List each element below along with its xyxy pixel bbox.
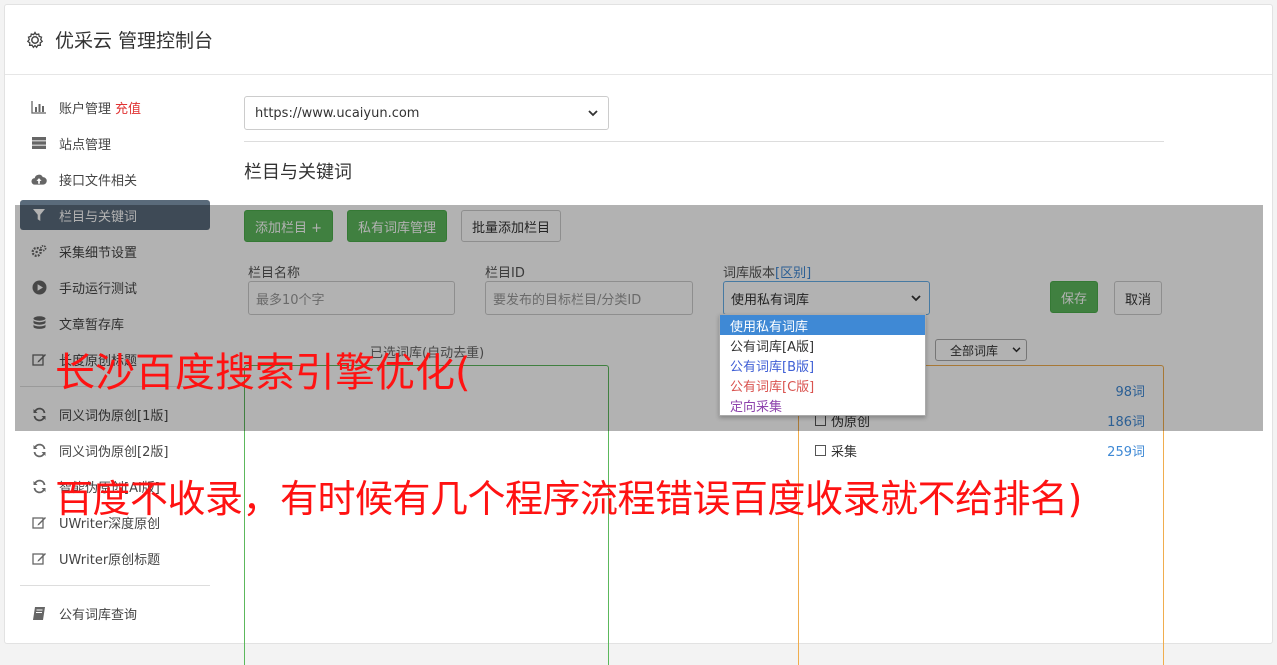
cloud-upload-icon [31,171,47,187]
sidebar-item-label: 同义词伪原创[2版] [59,444,169,460]
sidebar-item-article-store[interactable]: 文章暂存库 [20,308,210,338]
lib-filter-value: 全部词库 [950,343,999,358]
sidebar-item-interface[interactable]: 接口文件相关 [20,164,210,194]
filter-icon [31,207,47,223]
cogs-icon [31,243,47,259]
top-bar: 优采云 管理控制台 [5,5,1272,75]
sidebar-item-sites[interactable]: 站点管理 [20,128,210,158]
sidebar-item-label: 文章暂存库 [59,317,125,333]
lib-item-count: 186词 [1107,414,1145,430]
bar-chart-icon [31,99,47,115]
batch-add-button[interactable]: 批量添加栏目 [461,210,562,242]
book-icon [31,605,47,621]
sidebar-item-uwriter-title[interactable]: UWriter原创标题 [20,543,210,573]
add-column-button[interactable]: 添加栏目 + [244,210,334,242]
lib-item-label: 采集 [831,444,858,460]
edit-icon [31,514,47,530]
dropdown-option[interactable]: 定向采集 [720,395,925,415]
column-name-input[interactable]: 最多10个字 [248,281,455,315]
recharge-link[interactable]: 充值 [115,98,141,117]
refresh-icon [31,406,47,422]
database-icon [31,315,47,331]
version-select[interactable]: 使用私有词库 [723,281,930,315]
refresh-icon [31,478,47,494]
sidebar-item-columns[interactable]: 栏目与关键词 [20,200,210,230]
site-select-value: https://www.ucaiyun.com [255,105,420,121]
watermark-line-1: 长沙百度搜索引擎优化( [55,350,471,396]
sidebar-item-label: 同义词伪原创[1版] [59,408,169,424]
save-button[interactable]: 保存 [1050,281,1099,313]
cancel-button[interactable]: 取消 [1114,281,1163,315]
sidebar-item-label: 账户管理 [59,101,112,117]
version-label: 词库版本[区别] [723,262,811,281]
difference-link[interactable]: [区别] [775,266,811,281]
sidebar-item-label: 站点管理 [59,137,112,153]
sidebar-item-public-lib[interactable]: 公有词库查询 [20,598,210,628]
edit-icon [31,351,47,367]
page-title: 优采云 管理控制台 [55,30,214,52]
dropdown-option[interactable]: 使用私有词库 [720,315,925,335]
sidebar-item-label: UWriter原创标题 [59,552,161,568]
main-content: https://www.ucaiyun.com 栏目与关键词 添加栏目 + 私有… [244,96,1164,665]
sidebar-item-label: 采集细节设置 [59,245,138,261]
sidebar-item-label: 栏目与关键词 [59,209,138,225]
site-select[interactable]: https://www.ucaiyun.com [244,96,609,130]
lib-filter-select[interactable]: 全部词库 [935,339,1027,361]
name-label: 栏目名称 [248,266,301,281]
chevron-down-icon [588,109,598,116]
sidebar-item-label: 公有词库查询 [59,607,138,623]
lib-checkbox[interactable] [815,414,826,426]
sidebar-item-manual-run[interactable]: 手动运行测试 [20,272,210,302]
play-circle-icon [31,279,47,295]
sidebar-divider [20,585,210,586]
lib-checkbox[interactable] [815,444,826,456]
dropdown-option[interactable]: 公有词库[A版] [720,335,925,355]
section-title: 栏目与关键词 [244,162,352,183]
sidebar-item-label: 接口文件相关 [59,173,138,189]
version-dropdown: 使用私有词库 公有词库[A版] 公有词库[B版] 公有词库[C版] 定向采集 [719,314,926,416]
version-label-text: 词库版本 [723,266,776,281]
lib-item-count: 259词 [1107,444,1145,460]
lib-item[interactable]: 采集 259词 [815,440,1145,460]
version-select-value: 使用私有词库 [731,292,810,308]
id-label: 栏目ID [485,266,525,281]
sidebar-item-synonym-v1[interactable]: 同义词伪原创[1版] [20,399,210,429]
column-id-input[interactable]: 要发布的目标栏目/分类ID [485,281,693,315]
sidebar-item-collect-settings[interactable]: 采集细节设置 [20,236,210,266]
toolbar: 添加栏目 + 私有词库管理 批量添加栏目 [244,210,562,242]
dropdown-option[interactable]: 公有词库[B版] [720,355,925,375]
refresh-icon [31,442,47,458]
dropdown-option[interactable]: 公有词库[C版] [720,375,925,395]
watermark-line-2: 百度不收录，有时候有几个程序流程错误百度收录就不给排名) [55,477,1082,521]
sidebar-item-account[interactable]: 账户管理 充值 [20,92,210,122]
sidebar-item-synonym-v2[interactable]: 同义词伪原创[2版] [20,435,210,465]
edit-icon [31,550,47,566]
divider [244,141,1164,142]
private-lib-button[interactable]: 私有词库管理 [347,210,448,242]
gear-icon [26,30,44,48]
chevron-down-icon [911,294,921,301]
chevron-down-icon [1012,347,1021,353]
server-icon [31,135,47,151]
sidebar-item-label: 手动运行测试 [59,281,138,297]
lib-item-count: 98词 [1115,384,1145,400]
